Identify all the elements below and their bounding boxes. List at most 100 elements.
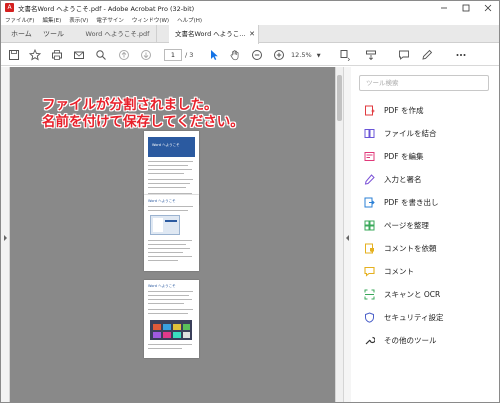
title-bar: A 文書名Word へようこそ.pdf - Adobe Acrobat Pro … [1,1,499,14]
cursor-icon [211,50,218,60]
comment-tool-button[interactable] [396,47,412,63]
text-line [148,173,184,174]
text-line [148,260,178,261]
scroll-mode-button[interactable] [363,47,379,63]
next-page-button[interactable] [138,47,154,63]
search-button[interactable] [93,47,109,63]
create-pdf-icon [364,105,375,116]
scrollbar-thumb[interactable] [337,75,342,121]
arrow-up-circle-icon [119,50,129,60]
tool-more-tools[interactable]: その他のツール [351,333,499,347]
zoom-in-button[interactable] [271,47,287,63]
menu-file[interactable]: ファイル(F) [5,16,34,24]
tool-label: ページを整理 [384,220,429,230]
tool-request-comment[interactable]: コメントを依頼 [351,241,499,255]
tool-search-input[interactable]: ツール検索 [359,75,489,91]
prev-page-button[interactable] [116,47,132,63]
arrow-down-circle-icon [141,50,151,60]
text-line [148,179,193,180]
tool-combine-files[interactable]: ファイルを結合 [351,126,499,140]
tool-export-pdf[interactable]: PDF を書き出し [351,195,499,209]
doc-tab-2-label: 文書名Word へようこ... [175,30,246,38]
text-line [148,348,182,349]
text-line [148,183,190,184]
page-number-input[interactable]: 1 [164,49,182,61]
tab-home[interactable]: ホーム [11,25,32,43]
menu-window[interactable]: ウィンドウ(W) [132,16,169,24]
print-button[interactable] [49,47,65,63]
tools-pane: ツール検索 PDF を作成 ファイルを結合 PDF を編集 入力と署名 PDF … [351,67,499,402]
ellipsis-icon [456,54,466,56]
pdf-page-1: Word へようこそ [144,131,199,205]
page-2-heading: Word へようこそ [148,199,176,203]
annotation-line-1: ファイルが分割されました。 [42,97,218,113]
more-options-button[interactable] [453,47,469,63]
search-icon [96,50,106,60]
save-button[interactable] [6,47,22,63]
tool-scan-ocr[interactable]: スキャンと OCR [351,287,499,301]
doc-tab-2[interactable]: 文書名Word へようこ... ✕ [169,25,259,44]
tool-label: コメント [384,266,414,276]
tool-comment[interactable]: コメント [351,264,499,278]
email-button[interactable] [71,47,87,63]
select-tool-button[interactable] [206,47,222,63]
comment-icon [364,266,375,277]
hand-tool-button[interactable] [227,47,243,63]
menu-help[interactable]: ヘルプ(H) [177,16,202,24]
page-3-heading: Word へようこそ [148,284,176,288]
comment-icon [399,50,409,60]
menu-esign[interactable]: 電子サイン [96,16,124,24]
bookmark-button[interactable] [27,47,43,63]
tab-tools[interactable]: ツール [43,25,64,43]
tab-bar: ホーム ツール Word へようこそ.pdf 文書名Word へようこ... ✕ [1,25,499,44]
text-line [148,295,189,296]
star-icon [29,49,41,61]
close-icon [484,4,492,11]
page-display-button[interactable] [337,47,353,63]
tool-edit-pdf[interactable]: PDF を編集 [351,149,499,163]
vertical-scrollbar[interactable] [335,67,343,402]
text-line [148,291,193,292]
menu-edit[interactable]: 編集(E) [42,16,61,24]
doc-tab-1[interactable]: Word へようこそ.pdf [79,25,157,43]
zoom-out-button[interactable] [249,47,265,63]
tool-label: セキュリティ設定 [384,312,444,322]
page-3-image [150,320,192,340]
text-line [148,309,193,310]
expand-left-icon [4,235,7,241]
tool-label: PDF を作成 [384,105,424,115]
right-pane-toggle[interactable] [343,67,351,402]
request-comment-icon [364,243,375,254]
document-canvas[interactable]: Word へようこそ Word へようこそ Word へようこそ ファイルが分割… [10,67,335,402]
tool-label: PDF を編集 [384,151,424,161]
text-line [148,244,186,245]
text-line [148,248,190,249]
menu-bar: ファイル(F) 編集(E) 表示(V) 電子サイン ウィンドウ(W) ヘルプ(H… [1,14,499,25]
left-pane-collapsed[interactable] [1,67,10,402]
highlight-tool-button[interactable] [419,47,435,63]
maximize-button[interactable] [455,1,477,14]
chevron-down-icon: ▼ [316,53,321,59]
zoom-level[interactable]: 12.5% ▼ [291,49,325,61]
scroll-mode-icon [366,50,376,61]
tab-close-icon[interactable]: ✕ [249,25,255,43]
page-layout-icon [340,50,350,61]
text-line [148,165,188,166]
minimize-button[interactable] [433,1,455,14]
toolbar: 1 / 3 12.5% ▼ [1,44,499,66]
text-line [148,206,193,207]
text-line [148,252,183,253]
tool-fill-sign[interactable]: 入力と署名 [351,172,499,186]
menu-view[interactable]: 表示(V) [69,16,88,24]
fill-sign-icon [364,173,375,185]
text-line [148,313,188,314]
close-window-button[interactable] [477,1,499,14]
tool-label: ファイルを結合 [384,128,437,138]
acrobat-logo-icon: A [5,3,14,12]
tool-create-pdf[interactable]: PDF を作成 [351,103,499,117]
text-line [148,344,192,345]
pdf-page-3: Word へようこそ [144,280,199,358]
tool-security[interactable]: セキュリティ設定 [351,310,499,324]
scan-ocr-icon [364,289,375,300]
tool-organize-pages[interactable]: ページを整理 [351,218,499,232]
